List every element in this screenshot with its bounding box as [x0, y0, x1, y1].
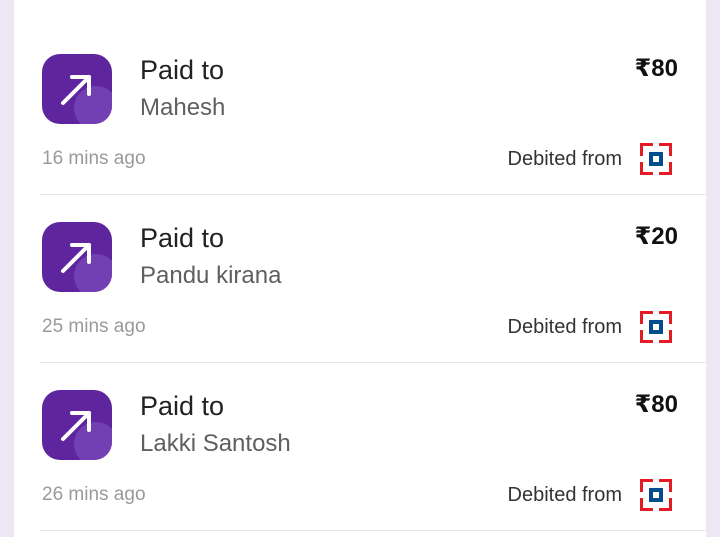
transaction-item[interactable]: Paid to Pandu kirana ₹20 25 mins ago Deb…	[14, 168, 706, 363]
arrow-up-right-icon	[42, 222, 112, 292]
transaction-title: Paid to	[140, 391, 225, 421]
payee-name: Lakki Santosh	[140, 430, 291, 457]
transaction-amount: ₹80	[634, 391, 678, 418]
arrow-glyph	[61, 411, 91, 441]
debited-from-label: Debited from	[507, 484, 623, 506]
transaction-title: Paid to	[140, 223, 225, 253]
divider	[40, 530, 706, 531]
arrow-up-right-icon	[42, 390, 112, 460]
transaction-list: Paid to Mahesh ₹80 16 mins ago Debited f…	[14, 0, 706, 537]
hdfc-bank-logo-icon	[640, 479, 672, 511]
arrow-up-right-icon	[42, 54, 112, 124]
transaction-item[interactable]: Paid to Lakki Santosh ₹80 26 mins ago De…	[14, 336, 706, 531]
payee-name: Pandu kirana	[140, 262, 282, 289]
arrow-glyph	[61, 75, 91, 105]
transaction-item[interactable]: Paid to Mahesh ₹80 16 mins ago Debited f…	[14, 0, 706, 195]
transaction-title: Paid to	[140, 55, 225, 85]
transaction-amount: ₹20	[634, 223, 678, 250]
transaction-amount: ₹80	[634, 55, 678, 82]
transaction-time: 26 mins ago	[42, 484, 146, 505]
transaction-history-screen: Paid to Mahesh ₹80 16 mins ago Debited f…	[0, 0, 720, 537]
arrow-glyph	[61, 243, 91, 273]
payee-name: Mahesh	[140, 94, 226, 121]
